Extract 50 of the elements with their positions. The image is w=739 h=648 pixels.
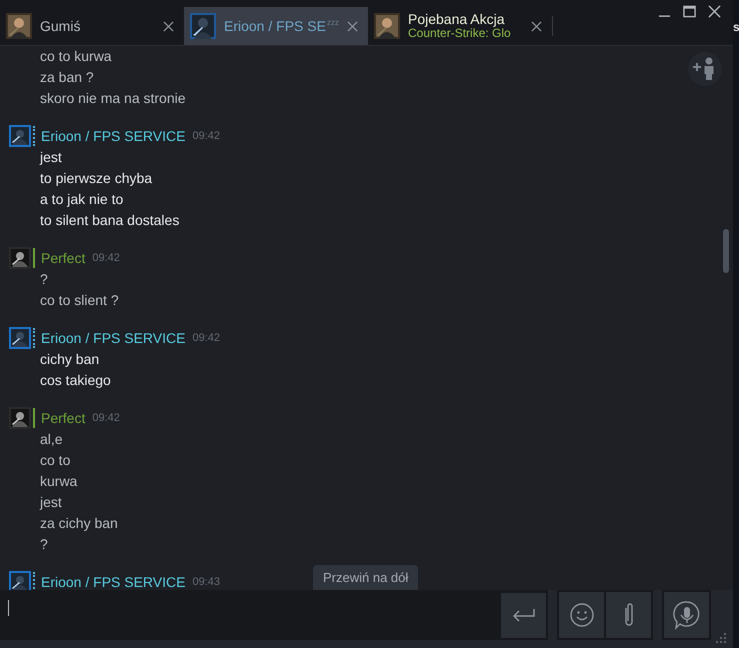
message-text: ? — [39, 270, 48, 289]
maximize-icon[interactable] — [683, 5, 696, 18]
message-text: kurwa — [39, 472, 78, 491]
message-time: 09:42 — [92, 252, 120, 264]
message-time: 09:42 — [92, 412, 120, 424]
close-icon[interactable] — [163, 20, 174, 32]
attach-button[interactable] — [606, 592, 651, 638]
send-button[interactable] — [501, 592, 546, 638]
background-window-text: s — [733, 20, 739, 34]
message-text: za ban ? — [39, 68, 94, 87]
message-text: a to jak nie to — [39, 190, 124, 209]
tab-title: Pojebana Akcja — [408, 12, 506, 27]
smiley-icon — [568, 602, 594, 628]
scroll-to-bottom-button[interactable]: Przewiń na dół — [313, 565, 418, 590]
message-text: co to kurwa — [39, 47, 112, 66]
message-text: za cichy ban — [39, 514, 118, 533]
message-text: jest — [38, 493, 62, 512]
sender-name[interactable]: Erioon / FPS SERVICE — [41, 128, 186, 144]
resize-grip-icon[interactable] — [715, 632, 727, 644]
emoji-button[interactable] — [559, 592, 604, 638]
message-text: cos takiego — [39, 371, 111, 390]
message-text: cichy ban — [39, 350, 100, 369]
scrollbar-thumb[interactable] — [723, 229, 729, 273]
message-text: co to slient ? — [39, 291, 119, 310]
game-status: Counter-Strike: Glo — [408, 27, 512, 40]
sender-name[interactable]: Erioon / FPS SERVICE — [41, 574, 186, 590]
sender-name[interactable]: Perfect — [41, 250, 86, 266]
voice-button[interactable] — [664, 592, 709, 638]
enter-icon — [512, 608, 536, 622]
add-friend-icon[interactable] — [687, 51, 723, 87]
message-text: ? — [39, 535, 48, 554]
message-text: skoro nie ma na stronie — [39, 89, 186, 108]
message-text: co to — [39, 451, 70, 470]
tab-title: Gumiś — [40, 18, 82, 34]
message-time: 09:43 — [192, 576, 220, 588]
chat-tab[interactable]: Pojebana Akcja Counter-Strike: Glo — [368, 7, 552, 45]
message-text: to pierwsze chyba — [39, 169, 152, 188]
sender-name[interactable]: Erioon / FPS SERVICE — [41, 330, 186, 346]
chat-tab[interactable]: Gumiś — [0, 7, 184, 45]
away-mark: zzz — [327, 18, 339, 26]
message-time: 09:42 — [192, 332, 220, 344]
sender-name[interactable]: Perfect — [41, 410, 86, 426]
message-text: al,e — [39, 430, 63, 449]
message-input-field[interactable] — [0, 590, 548, 640]
close-icon[interactable] — [708, 5, 721, 18]
message-time: 09:42 — [192, 130, 220, 142]
microphone-icon — [672, 600, 702, 630]
message-text: jest — [38, 148, 62, 167]
close-icon[interactable] — [531, 20, 542, 32]
message-text: to silent bana dostales — [39, 211, 180, 230]
